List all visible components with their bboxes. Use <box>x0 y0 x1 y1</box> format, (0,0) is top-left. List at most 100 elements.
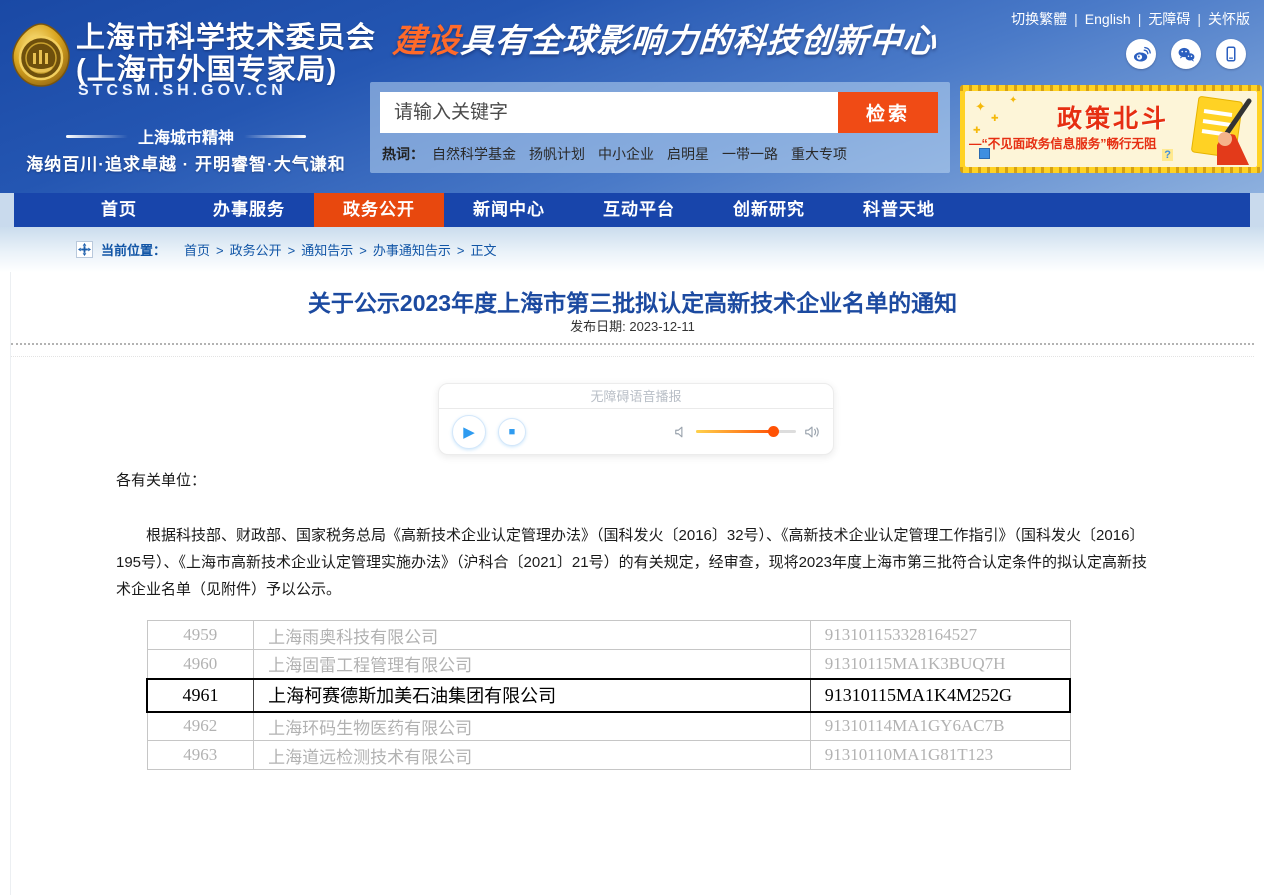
article-body: 各有关单位： 根据科技部、财政部、国家税务总局《高新技术企业认定管理办法》（国科… <box>116 468 1156 603</box>
top-link-1[interactable]: English <box>1085 11 1131 27</box>
stop-button[interactable]: ■ <box>498 418 526 446</box>
nav-item-6[interactable]: 科普天地 <box>834 193 964 227</box>
row-number: 4960 <box>147 650 254 679</box>
hotword-link-5[interactable]: 重大专项 <box>791 146 847 162</box>
breadcrumb-label: 当前位置： <box>101 240 166 259</box>
body-paragraph: 根据科技部、财政部、国家税务总局《高新技术企业认定管理办法》（国科发火〔2016… <box>116 522 1156 603</box>
row-number: 4961 <box>147 679 254 712</box>
audio-player-title: 无障碍语音播报 <box>439 384 833 409</box>
volume-knob[interactable] <box>768 426 779 437</box>
hotword-link-2[interactable]: 中小企业 <box>598 146 654 162</box>
weibo-icon[interactable] <box>1126 39 1156 69</box>
publish-date: 发布日期: 2023-12-11 <box>11 316 1254 335</box>
dotted-divider-light <box>11 356 1254 357</box>
company-name: 上海雨奥科技有限公司 <box>254 621 811 650</box>
top-link-0[interactable]: 切换繁體 <box>1011 11 1067 27</box>
city-spirit-text: 上海城市精神 <box>138 124 234 148</box>
credit-code: 913101153328164527 <box>810 621 1070 650</box>
breadcrumb-segment-0[interactable]: 首页 <box>184 243 210 258</box>
site-domain: STCSM.SH.GOV.CN <box>78 82 287 100</box>
nav-item-5[interactable]: 创新研究 <box>704 193 834 227</box>
banner-title: 政策北斗 <box>1023 99 1203 135</box>
decorative-rule <box>244 135 306 138</box>
mobile-icon[interactable] <box>1216 39 1246 69</box>
table-row-4959: 4959上海雨奥科技有限公司913101153328164527 <box>147 621 1070 650</box>
slogan-highlight: 建设 <box>391 21 462 60</box>
volume-high-icon <box>804 424 820 440</box>
link-separator: | <box>1074 11 1078 27</box>
breadcrumb-segment-3[interactable]: 办事通知告示 <box>373 243 451 258</box>
row-number: 4959 <box>147 621 254 650</box>
banner-writing-hand-illustration <box>1177 93 1255 165</box>
sparkle-icon: ✦ <box>1009 95 1017 106</box>
credit-code: 91310110MA1G81T123 <box>810 741 1070 770</box>
publish-date-value: 2023-12-11 <box>629 319 695 334</box>
link-separator: | <box>1197 11 1201 27</box>
main-nav: 首页办事服务政务公开新闻中心互动平台创新研究科普天地 <box>14 193 1250 227</box>
stcsm-logo-icon <box>8 20 74 90</box>
social-icons <box>1126 39 1246 69</box>
dotted-divider <box>11 343 1254 345</box>
decorative-rule <box>66 135 128 138</box>
accessibility-audio-player: 无障碍语音播报 ▶ ■ <box>438 383 834 455</box>
nav-item-4[interactable]: 互动平台 <box>574 193 704 227</box>
breadcrumb-segment-1[interactable]: 政务公开 <box>230 243 282 258</box>
volume-low-icon <box>674 425 688 439</box>
nav-item-0[interactable]: 首页 <box>54 193 184 227</box>
hotword-link-3[interactable]: 启明星 <box>667 146 709 162</box>
company-name: 上海固雷工程管理有限公司 <box>254 650 811 679</box>
nav-item-2[interactable]: 政务公开 <box>314 193 444 227</box>
calligraphy-slogan: 建设具有全球影响力的科技创新中心 <box>391 14 938 62</box>
article-area: 关于公示2023年度上海市第三批拟认定高新技术企业名单的通知 发布日期: 202… <box>10 272 1254 895</box>
search-input[interactable] <box>380 92 838 133</box>
banner-subtitle: —“不见面政务信息服务”畅行无阻 <box>969 133 1157 152</box>
top-link-2[interactable]: 无障碍 <box>1148 11 1190 27</box>
top-utility-links: 切换繁體 | English | 无障碍 | 关怀版 <box>1011 9 1250 29</box>
nav-strip: 首页办事服务政务公开新闻中心互动平台创新研究科普天地 <box>0 193 1264 227</box>
volume-slider[interactable] <box>696 430 796 433</box>
nav-item-1[interactable]: 办事服务 <box>184 193 314 227</box>
company-name: 上海环码生物医药有限公司 <box>254 712 811 741</box>
hotwords-label: 热词： <box>382 146 424 162</box>
wechat-icon[interactable] <box>1171 39 1201 69</box>
location-move-icon <box>76 241 93 258</box>
row-number: 4963 <box>147 741 254 770</box>
sparkle-icon: ✦ <box>975 99 986 115</box>
table-row-4961[interactable]: 4961上海柯赛德斯加美石油集团有限公司91310115MA1K4M252G <box>147 679 1070 712</box>
nav-item-3[interactable]: 新闻中心 <box>444 193 574 227</box>
breadcrumb: 当前位置： 首页>政务公开>通知告示>办事通知告示>正文 <box>0 227 1264 272</box>
policy-beidou-banner[interactable]: ✦ ✚ ✦ ✚ 政策北斗 —“不见面政务信息服务”畅行无阻 ? <box>960 85 1262 173</box>
company-table: 4959上海雨奥科技有限公司9131011533281645274960上海固雷… <box>146 620 1071 770</box>
company-name: 上海柯赛德斯加美石油集团有限公司 <box>254 679 811 712</box>
top-link-3[interactable]: 关怀版 <box>1208 11 1250 27</box>
company-name: 上海道远检测技术有限公司 <box>254 741 811 770</box>
table-row-4962: 4962上海环码生物医药有限公司91310114MA1GY6AC7B <box>147 712 1070 741</box>
hotword-link-4[interactable]: 一带一路 <box>722 146 778 162</box>
salutation: 各有关单位： <box>116 468 1156 494</box>
breadcrumb-separator: > <box>457 243 465 258</box>
table-row-4963: 4963上海道远检测技术有限公司91310110MA1G81T123 <box>147 741 1070 770</box>
banner-question-decoration: ? <box>1162 149 1173 161</box>
credit-code: 91310115MA1K4M252G <box>810 679 1070 712</box>
breadcrumb-segment-2[interactable]: 通知告示 <box>301 243 353 258</box>
search-button[interactable]: 检索 <box>838 92 938 133</box>
sparkle-icon: ✚ <box>991 113 999 124</box>
audio-player-controls: ▶ ■ <box>439 409 833 454</box>
play-button[interactable]: ▶ <box>452 415 486 449</box>
hotword-link-1[interactable]: 扬帆计划 <box>529 146 585 162</box>
row-number: 4962 <box>147 712 254 741</box>
link-separator: | <box>1138 11 1142 27</box>
breadcrumb-separator: > <box>359 243 367 258</box>
page: 上海市科学技术委员会 (上海市外国专家局) STCSM.SH.GOV.CN 上海… <box>0 0 1264 895</box>
volume-fill <box>696 430 774 433</box>
breadcrumb-separator: > <box>288 243 296 258</box>
search-panel: 检索 热词： 自然科学基金扬帆计划中小企业启明星一带一路重大专项 <box>370 82 950 173</box>
table-row-4960: 4960上海固雷工程管理有限公司91310115MA1K3BUQ7H <box>147 650 1070 679</box>
article-title: 关于公示2023年度上海市第三批拟认定高新技术企业名单的通知 <box>11 284 1254 318</box>
volume-group <box>674 424 820 440</box>
city-spirit-label: 上海城市精神 <box>0 124 372 148</box>
credit-code: 91310114MA1GY6AC7B <box>810 712 1070 741</box>
hotword-link-0[interactable]: 自然科学基金 <box>432 146 516 162</box>
banner-square-decoration <box>979 148 990 159</box>
breadcrumb-segment-4[interactable]: 正文 <box>470 243 496 258</box>
